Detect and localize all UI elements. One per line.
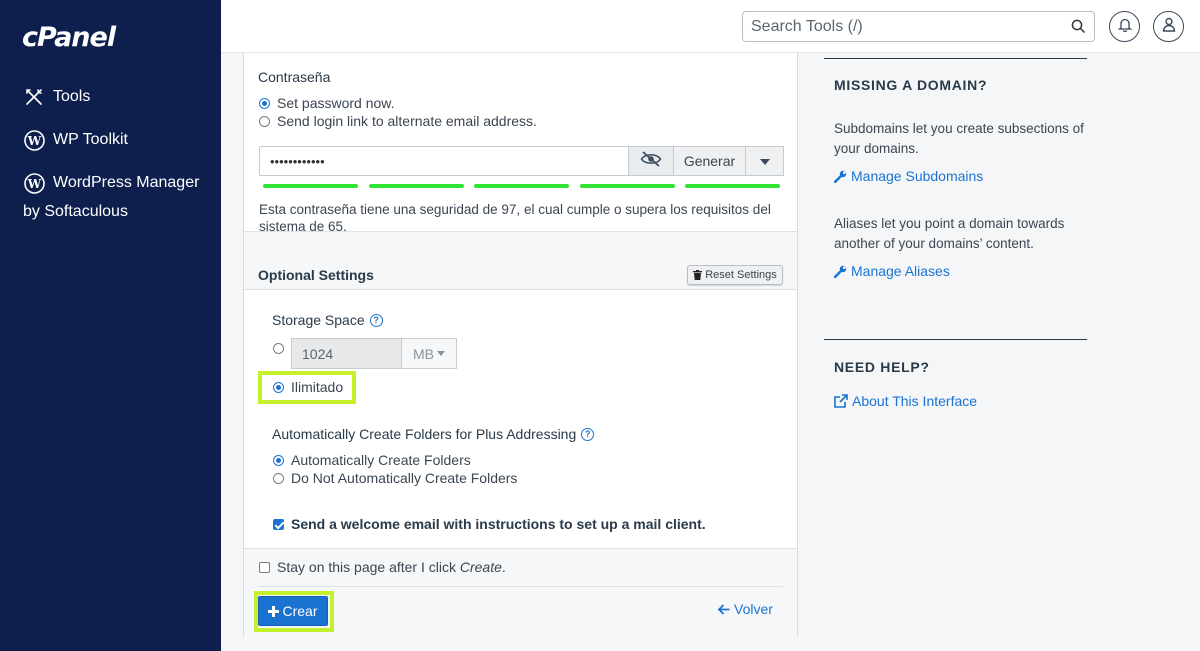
subdomains-text: Subdomains let you create subsections of…: [834, 121, 1084, 156]
search-box: [742, 11, 1095, 42]
send-login-link-option[interactable]: Send login link to alternate email addre…: [259, 113, 537, 129]
sidebar-item-sublabel[interactable]: by Softaculous: [23, 203, 128, 221]
form-footer: Stay on this page after I click Create. …: [244, 548, 797, 637]
sidebar-item-label: Tools: [53, 88, 91, 105]
cpanel-logo[interactable]: cPanel: [22, 22, 116, 53]
sidebar-item-wordpress-manager[interactable]: W WordPress Manager: [23, 172, 199, 194]
aliases-text: Aliases let you point a domain towards a…: [834, 216, 1065, 251]
sidebar-item-label: WordPress Manager: [53, 174, 200, 191]
checkbox[interactable]: [273, 518, 284, 530]
strength-segment: [685, 184, 780, 188]
search-input[interactable]: [743, 12, 1053, 41]
manage-subdomains-link[interactable]: Manage Subdomains: [834, 168, 983, 184]
radio-button[interactable]: [259, 115, 270, 127]
need-help-title: NEED HELP?: [834, 359, 930, 375]
generate-options-dropdown[interactable]: [746, 146, 784, 176]
arrow-left-icon: [718, 603, 730, 615]
help-icon[interactable]: ?: [369, 313, 383, 327]
divider: [258, 586, 783, 587]
sidebar-item-tools[interactable]: Tools: [23, 86, 90, 108]
unlimited-option[interactable]: Ilimitado: [273, 379, 343, 395]
password-strength-meter: [263, 184, 780, 188]
svg-text:W: W: [26, 134, 41, 148]
manage-aliases-link[interactable]: Manage Aliases: [834, 263, 950, 279]
password-field-group: Generar: [259, 146, 784, 176]
plus-icon: [268, 605, 280, 617]
toggle-visibility-button[interactable]: [629, 146, 674, 176]
strength-segment: [368, 184, 464, 188]
reset-settings-button[interactable]: Reset Settings: [687, 265, 783, 285]
radio-button[interactable]: [273, 381, 284, 393]
generate-password-button[interactable]: Generar: [674, 146, 746, 176]
user-icon: [1162, 17, 1176, 37]
wrench-icon: [834, 265, 847, 278]
quota-radio[interactable]: [273, 343, 284, 354]
password-strength-message: Esta contraseña tiene una seguridad de 9…: [259, 202, 771, 234]
wordpress-icon: W: [23, 172, 45, 194]
sidebar-item-label: WP Toolkit: [53, 131, 128, 148]
missing-domain-title: MISSING A DOMAIN?: [834, 77, 988, 93]
back-link[interactable]: Volver: [718, 601, 773, 617]
sidebar-item-wp-toolkit[interactable]: W WP Toolkit: [23, 129, 128, 151]
about-interface-link[interactable]: About This Interface: [834, 393, 977, 409]
quota-unit-select[interactable]: MB: [401, 338, 457, 369]
bell-icon: [1116, 17, 1133, 37]
divider: [824, 58, 1087, 59]
password-label: Contraseña: [258, 69, 331, 85]
radio-button[interactable]: [273, 454, 284, 466]
auto-create-folders-option[interactable]: Automatically Create Folders: [273, 452, 471, 468]
optional-settings-title: Optional Settings: [258, 267, 374, 283]
search-icon[interactable]: [1071, 19, 1086, 39]
caret-down-icon: [437, 351, 445, 356]
sidebar: cPanel Tools W WP Toolkit W WordPress Ma…: [0, 0, 221, 651]
quota-input[interactable]: [291, 338, 402, 369]
storage-space-label: Storage Space ?: [272, 312, 383, 328]
no-auto-create-folders-option[interactable]: Do Not Automatically Create Folders: [273, 470, 517, 486]
stay-on-page-option[interactable]: Stay on this page after I click Create.: [259, 559, 506, 575]
top-bar: [221, 0, 1200, 53]
set-password-option[interactable]: Set password now.: [259, 95, 395, 111]
plus-addressing-label: Automatically Create Folders for Plus Ad…: [272, 426, 595, 442]
trash-icon: [693, 270, 703, 280]
wordpress-icon: W: [23, 129, 45, 151]
welcome-email-option[interactable]: Send a welcome email with instructions t…: [273, 516, 706, 532]
eye-slash-icon: [640, 150, 662, 172]
radio-button[interactable]: [273, 472, 284, 484]
divider: [824, 339, 1087, 340]
radio-button[interactable]: [259, 97, 270, 109]
tools-icon: [23, 86, 45, 108]
password-input[interactable]: [259, 146, 629, 176]
wrench-icon: [834, 170, 847, 183]
create-button[interactable]: Crear: [258, 596, 328, 626]
strength-segment: [579, 184, 675, 188]
strength-segment: [474, 184, 569, 188]
create-account-panel: Contraseña Set password now. Send login …: [243, 53, 798, 637]
svg-text:W: W: [26, 177, 41, 191]
notifications-button[interactable]: [1109, 11, 1140, 42]
help-icon[interactable]: ?: [581, 427, 595, 441]
optional-settings-header: Optional Settings Reset Settings: [244, 231, 797, 290]
user-menu-button[interactable]: [1153, 11, 1184, 42]
checkbox[interactable]: [259, 561, 270, 573]
strength-segment: [263, 184, 358, 188]
external-link-icon: [834, 394, 848, 408]
caret-down-icon: [759, 152, 770, 170]
